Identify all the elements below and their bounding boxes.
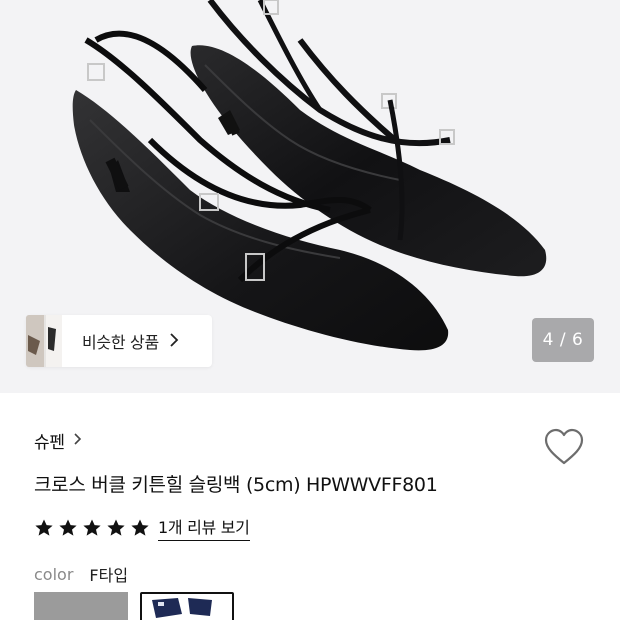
heart-outline-icon xyxy=(544,428,584,465)
brand-name: 슈펜 xyxy=(34,433,65,453)
rating-row: 1개 리뷰 보기 xyxy=(34,514,250,541)
product-image-gallery[interactable]: 비슷한 상품 4 / 6 xyxy=(0,0,620,393)
image-page-indicator: 4 / 6 xyxy=(532,318,594,362)
brand-link[interactable]: 슈펜 xyxy=(34,428,82,453)
color-value: F타입 xyxy=(89,566,129,585)
similar-product-thumbnail xyxy=(26,315,62,367)
star-icon xyxy=(83,519,101,536)
review-link[interactable]: 1개 리뷰 보기 xyxy=(158,514,250,541)
star-icon xyxy=(131,519,149,536)
chevron-right-icon xyxy=(169,332,179,351)
star-icon xyxy=(107,519,125,536)
color-option-row: color F타입 xyxy=(34,562,128,586)
star-icon xyxy=(59,519,77,536)
product-title: 크로스 버클 키튼힐 슬링백 (5cm) HPWWVFF801 xyxy=(34,474,438,496)
color-label: color xyxy=(34,564,74,584)
chevron-right-icon xyxy=(73,431,82,450)
star-icon xyxy=(35,519,53,536)
similar-products-button[interactable]: 비슷한 상품 xyxy=(26,315,212,367)
rating-stars xyxy=(34,518,154,538)
color-swatch-selected[interactable] xyxy=(140,592,234,620)
similar-products-label: 비슷한 상품 xyxy=(82,333,159,352)
wishlist-button[interactable] xyxy=(542,427,586,467)
color-swatch[interactable] xyxy=(34,592,128,620)
